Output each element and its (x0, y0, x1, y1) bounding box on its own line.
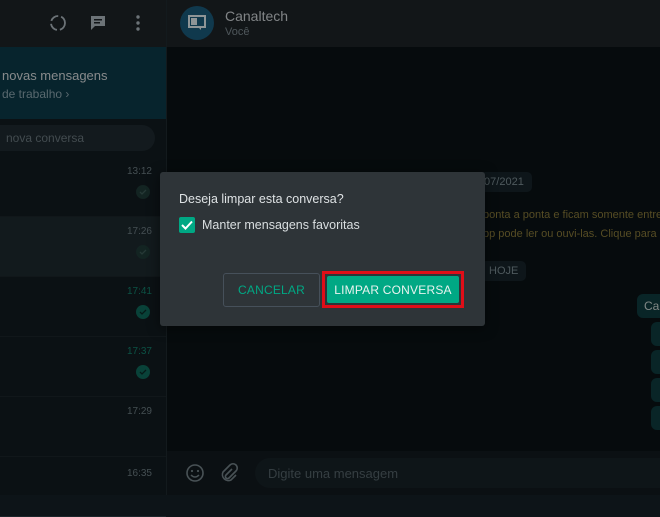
keep-starred-checkbox[interactable] (179, 217, 195, 233)
clear-chat-button[interactable]: LIMPAR CONVERSA (327, 276, 459, 303)
dialog-title: Deseja limpar esta conversa? (179, 192, 344, 206)
clear-chat-dialog: Deseja limpar esta conversa? Manter mens… (160, 172, 485, 326)
cancel-button[interactable]: CANCELAR (223, 273, 320, 307)
keep-starred-label[interactable]: Manter mensagens favoritas (202, 218, 360, 232)
highlight-box: LIMPAR CONVERSA (322, 271, 464, 308)
